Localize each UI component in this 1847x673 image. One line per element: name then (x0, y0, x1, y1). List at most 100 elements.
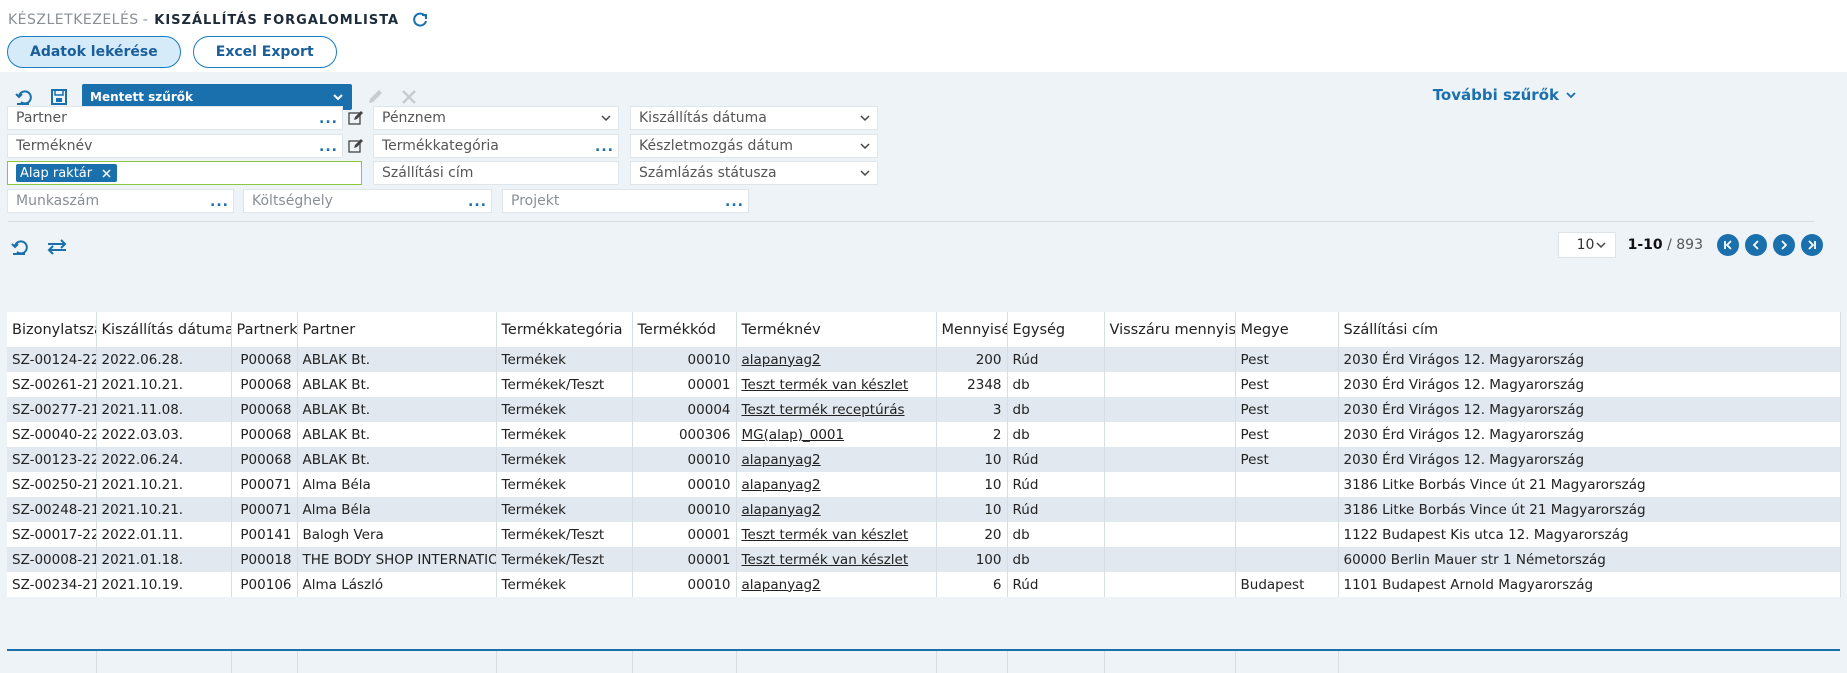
cell-doc-number: SZ-00040-22 (7, 422, 97, 447)
cell-delivery-date: 2022.03.03. (96, 422, 232, 447)
cell-product-category: Termékek (496, 447, 633, 472)
table-row[interactable]: SZ-00261-21 2021.10.21. P00068 ABLAK Bt. Ter… (7, 372, 1841, 397)
table-row[interactable]: SZ-00123-22 2022.06.24. P00068 ABLAK Bt. Ter… (7, 447, 1841, 472)
column-header-partner[interactable]: Partner (297, 312, 497, 347)
column-header-county[interactable]: Megye (1235, 312, 1339, 347)
cell-quantity: 200 (936, 347, 1008, 372)
billing-status-select[interactable]: Számlázás státusza (630, 161, 878, 185)
page-size-select[interactable]: 10 (1557, 232, 1616, 258)
column-header-quantity[interactable]: Mennyiség (936, 312, 1008, 347)
reset-icon[interactable] (14, 86, 36, 108)
cell-partner: Alma László (297, 572, 497, 597)
delete-icon[interactable] (398, 86, 420, 108)
cell-doc-number: SZ-00234-21 (7, 572, 97, 597)
cell-product-name[interactable]: alapanyag2 (736, 447, 937, 472)
top-buttons: Adatok lekérése Excel Export (7, 36, 337, 68)
column-header-product-name[interactable]: Terméknév (736, 312, 937, 347)
table-row[interactable]: SZ-00248-21 2021.10.21. P00071 Alma Béla Ter… (7, 497, 1841, 522)
more-dots-icon[interactable]: ... (725, 194, 744, 210)
table-row[interactable]: SZ-00277-21 2021.11.08. P00068 ABLAK Bt. Ter… (7, 397, 1841, 422)
cell-product-name[interactable]: alapanyag2 (736, 497, 937, 522)
stock-movement-date-label: Készletmozgás dátum (639, 138, 793, 154)
product-name-field[interactable]: Terméknév ... (7, 134, 343, 158)
reset-columns-icon[interactable] (10, 236, 32, 258)
warehouse-field[interactable]: Alap raktár (7, 161, 362, 185)
table-footer (7, 651, 1840, 673)
footer-column-divider (1338, 651, 1339, 673)
prev-page-button[interactable] (1745, 234, 1767, 256)
cell-return-quantity (1104, 422, 1236, 447)
cell-product-category: Termékek (496, 397, 633, 422)
table-row[interactable]: SZ-00234-21 2021.10.19. P00106 Alma László T… (7, 572, 1841, 597)
cell-partner-code: P00068 (231, 422, 298, 447)
footer-column-divider (496, 651, 497, 673)
cell-delivery-date: 2021.10.21. (96, 372, 232, 397)
job-number-field[interactable]: Munkaszám ... (7, 189, 234, 213)
more-dots-icon[interactable]: ... (210, 194, 229, 210)
more-filters-toggle[interactable]: További szűrők (1433, 86, 1577, 104)
cell-delivery-date: 2021.11.08. (96, 397, 232, 422)
more-dots-icon[interactable]: ... (319, 111, 338, 127)
partner-field[interactable]: Partner ... (7, 106, 343, 130)
table-row[interactable]: SZ-00040-22 2022.03.03. P00068 ABLAK Bt. Ter… (7, 422, 1841, 447)
cell-product-name[interactable]: MG(alap)_0001 (736, 422, 937, 447)
currency-select[interactable]: Pénznem (373, 106, 619, 130)
cell-quantity: 6 (936, 572, 1008, 597)
edit-product-icon[interactable] (348, 138, 364, 154)
delivery-date-select[interactable]: Kiszállítás dátuma (630, 106, 878, 130)
column-header-product-code[interactable]: Termékkód (632, 312, 737, 347)
table-row[interactable]: SZ-00124-22 2022.06.28. P00068 ABLAK Bt. Ter… (7, 347, 1841, 372)
chevron-left-icon (1752, 240, 1759, 250)
first-page-button[interactable] (1717, 234, 1739, 256)
cell-shipping-address: 1122 Budapest Kis utca 12. Magyarország (1338, 522, 1841, 547)
close-icon[interactable] (102, 168, 111, 178)
column-header-return-quantity[interactable]: Visszáru mennyiség (1104, 312, 1236, 347)
column-header-delivery-date[interactable]: Kiszállítás dátuma (96, 312, 232, 347)
divider (8, 221, 1815, 222)
table-row[interactable]: SZ-00008-21 2021.01.18. P00018 THE BODY SHO… (7, 547, 1841, 572)
cell-product-name[interactable]: Teszt termék receptúrás (736, 397, 937, 422)
project-field[interactable]: Projekt ... (502, 189, 749, 213)
cell-product-name[interactable]: alapanyag2 (736, 347, 937, 372)
stock-movement-date-select[interactable]: Készletmozgás dátum (630, 134, 878, 158)
swap-icon[interactable] (46, 236, 68, 258)
cell-unit: db (1007, 547, 1105, 572)
column-header-product-category[interactable]: Termékkategória (496, 312, 633, 347)
cost-center-field[interactable]: Költséghely ... (243, 189, 492, 213)
column-header-shipping-address[interactable]: Szállítási cím (1338, 312, 1841, 347)
edit-icon[interactable] (364, 86, 386, 108)
edit-partner-icon[interactable] (348, 110, 364, 126)
cell-quantity: 2 (936, 422, 1008, 447)
cell-product-category: Termékek/Teszt (496, 547, 633, 572)
chevron-down-icon (1596, 242, 1606, 249)
column-header-doc-number[interactable]: Bizonylatszám (7, 312, 97, 347)
more-dots-icon[interactable]: ... (468, 194, 487, 210)
cell-county (1235, 497, 1339, 522)
table-row[interactable]: SZ-00017-22 2022.01.11. P00141 Balogh Vera T… (7, 522, 1841, 547)
shipping-address-field[interactable]: Szállítási cím (373, 161, 619, 185)
next-page-button[interactable] (1773, 234, 1795, 256)
cell-product-code: 00001 (632, 522, 737, 547)
column-header-partner-code[interactable]: Partnerkód (231, 312, 298, 347)
column-header-unit[interactable]: Egység (1007, 312, 1105, 347)
cell-product-name[interactable]: alapanyag2 (736, 472, 937, 497)
cell-product-name[interactable]: alapanyag2 (736, 572, 937, 597)
delivery-date-label: Kiszállítás dátuma (639, 110, 767, 126)
product-category-field[interactable]: Termékkategória ... (373, 134, 619, 158)
table-row[interactable]: SZ-00250-21 2021.10.21. P00071 Alma Béla Ter… (7, 472, 1841, 497)
cell-product-name[interactable]: Teszt termék van készlet (736, 547, 937, 572)
save-icon[interactable] (48, 86, 70, 108)
cell-product-name[interactable]: Teszt termék van készlet (736, 372, 937, 397)
module-name: Készletkezelés (8, 12, 139, 28)
page-range: 1-10 / 893 (1628, 237, 1703, 253)
cell-doc-number: SZ-00277-21 (7, 397, 97, 422)
refresh-icon[interactable] (411, 11, 429, 29)
excel-export-button[interactable]: Excel Export (192, 36, 337, 68)
cell-partner: ABLAK Bt. (297, 347, 497, 372)
cell-product-name[interactable]: Teszt termék van készlet (736, 522, 937, 547)
last-page-button[interactable] (1801, 234, 1823, 256)
more-dots-icon[interactable]: ... (595, 139, 614, 155)
fetch-data-button[interactable]: Adatok lekérése (7, 36, 181, 68)
more-dots-icon[interactable]: ... (319, 139, 338, 155)
cell-product-category: Termékek (496, 497, 633, 522)
